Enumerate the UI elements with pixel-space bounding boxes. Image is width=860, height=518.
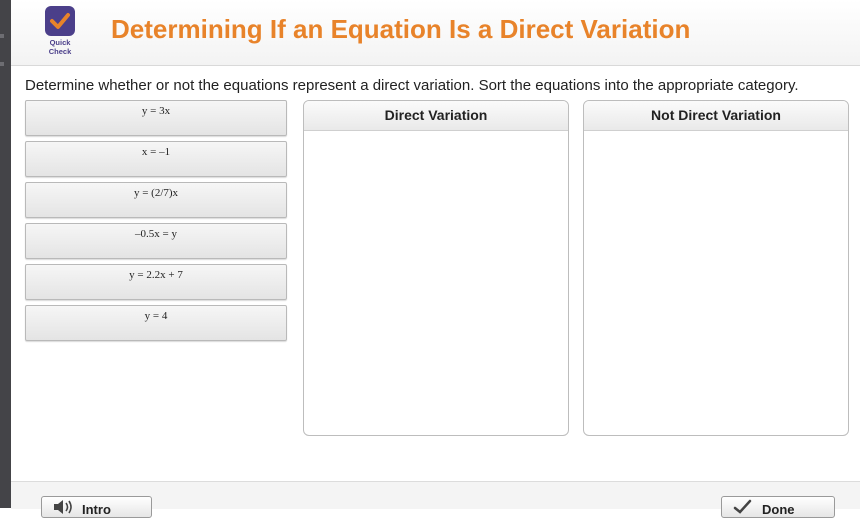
- equation-label: y = 4: [144, 310, 168, 322]
- rail-notch: [0, 62, 4, 66]
- equation-label: y = 2.2x + 7: [129, 269, 183, 281]
- page-title: Determining If an Equation Is a Direct V…: [111, 14, 691, 44]
- speaker-icon: [52, 499, 74, 517]
- check-icon: [732, 499, 754, 517]
- logo-text-line2: Check: [48, 47, 72, 56]
- equation-tile[interactable]: y = (2/7)x: [25, 182, 287, 218]
- equation-label: –0.5x = y: [135, 228, 177, 240]
- header-bar: Quick Check Determining If an Equation I…: [11, 0, 860, 66]
- equation-label: x = –1: [141, 146, 171, 158]
- equation-tile[interactable]: –0.5x = y: [25, 223, 287, 259]
- checkmark-icon: [45, 6, 75, 36]
- instructions-text: Determine whether or not the equations r…: [25, 77, 799, 94]
- done-button[interactable]: Done: [721, 496, 835, 518]
- equation-tile[interactable]: y = 2.2x + 7: [25, 264, 287, 300]
- footer-bar: Intro Done: [11, 481, 860, 518]
- not-direct-variation-header: Not Direct Variation: [584, 101, 848, 131]
- quick-check-logo: Quick Check: [45, 6, 75, 58]
- equation-tile[interactable]: y = 3x: [25, 100, 287, 136]
- intro-button-label: Intro: [82, 502, 111, 517]
- not-direct-variation-dropzone[interactable]: Not Direct Variation: [583, 100, 849, 436]
- direct-variation-dropzone[interactable]: Direct Variation: [303, 100, 569, 436]
- direct-variation-header: Direct Variation: [304, 101, 568, 131]
- equation-label: y = (2/7)x: [133, 187, 179, 199]
- done-button-label: Done: [762, 502, 795, 517]
- intro-button[interactable]: Intro: [41, 496, 152, 518]
- left-rail: [0, 0, 11, 508]
- equation-tile[interactable]: x = –1: [25, 141, 287, 177]
- logo-text-line1: Quick: [49, 38, 71, 47]
- equation-label: y = 3x: [141, 105, 171, 117]
- rail-notch: [0, 34, 4, 38]
- equation-tile[interactable]: y = 4: [25, 305, 287, 341]
